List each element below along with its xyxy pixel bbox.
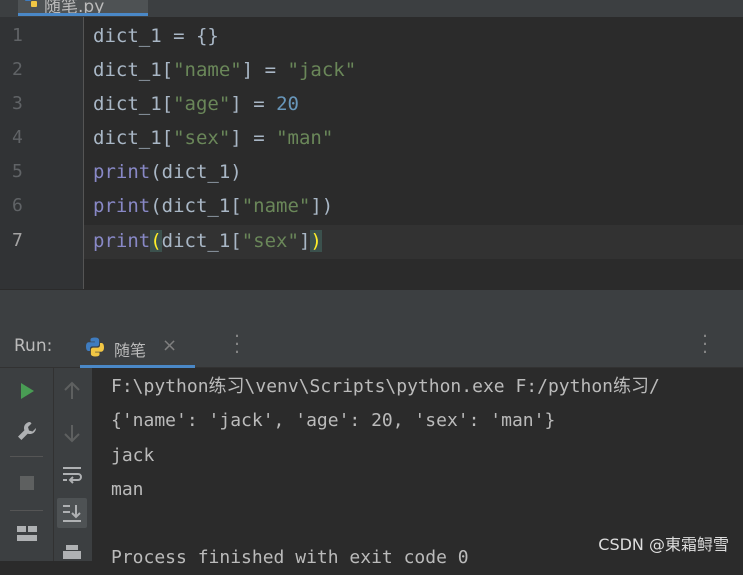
console-line: jack — [111, 445, 155, 466]
identifier: dict_1 — [93, 127, 162, 149]
bracket: [ — [161, 127, 174, 149]
arrow-up-icon[interactable] — [57, 376, 87, 406]
string-literal: "name" — [173, 59, 242, 81]
run-toolbar-primary — [0, 368, 54, 561]
run-toolbar-secondary — [54, 368, 92, 561]
more-options-icon[interactable]: · · · — [232, 329, 242, 360]
builtin-function: print — [93, 195, 151, 217]
code-line-5[interactable]: print(dict_1) — [93, 155, 242, 189]
builtin-function: print — [93, 230, 151, 252]
bracket: [ — [161, 93, 174, 115]
print-icon[interactable] — [57, 538, 87, 568]
call-arguments: (dict_1) — [150, 161, 242, 183]
python-file-icon — [25, 0, 37, 7]
run-icon[interactable] — [12, 376, 42, 406]
panel-splitter[interactable] — [0, 289, 743, 327]
scroll-to-end-icon[interactable] — [57, 498, 87, 528]
run-toolwindow-header: Run: 随笔 × · · · · · · — [0, 326, 743, 368]
layout-icon[interactable] — [12, 518, 42, 548]
identifier: dict_1 — [93, 25, 162, 47]
matched-paren: ) — [310, 230, 322, 252]
operator: = — [241, 93, 277, 115]
line-number-gutter: 1 2 3 4 5 6 7 — [0, 17, 84, 289]
run-title: Run: — [14, 336, 53, 356]
operator: = — [241, 127, 277, 149]
code-line-3[interactable]: dict_1["age"] = 20 — [93, 87, 299, 121]
python-icon — [86, 337, 104, 357]
console-line: {'name': 'jack', 'age': 20, 'sex': 'man'… — [111, 410, 556, 431]
string-literal: "man" — [276, 127, 334, 149]
string-literal: "sex" — [173, 127, 231, 149]
string-literal: "sex" — [241, 230, 299, 252]
run-config-tab[interactable]: 随笔 × — [80, 326, 195, 368]
close-icon[interactable]: × — [162, 335, 177, 356]
code-line-7[interactable]: print(dict_1["sex"]) — [93, 224, 322, 258]
code-line-6[interactable]: print(dict_1["name"]) — [93, 189, 333, 223]
run-tab-label: 随笔 — [114, 341, 147, 360]
line-number: 4 — [12, 127, 23, 148]
line-number: 6 — [12, 195, 23, 216]
operator: = — [161, 25, 196, 47]
code-line-2[interactable]: dict_1["name"] = "jack" — [93, 53, 356, 87]
line-number: 2 — [12, 59, 23, 80]
bracket: ] — [230, 93, 242, 115]
line-number: 1 — [12, 25, 23, 46]
number-literal: 20 — [276, 93, 299, 115]
console-line: man — [111, 479, 144, 500]
identifier: dict_1 — [93, 93, 162, 115]
watermark: CSDN @東霜鲟雪 — [598, 535, 729, 554]
bracket: ] — [241, 59, 254, 81]
string-literal: "age" — [173, 93, 231, 115]
editor-tab-file[interactable]: 随笔.py — [18, 0, 148, 16]
line-number: 3 — [12, 93, 23, 114]
bracket: ]) — [310, 195, 334, 217]
string-literal: "name" — [241, 195, 311, 217]
console-line: Process finished with exit code 0 — [111, 547, 469, 568]
editor-tab-label: 随笔.py — [44, 0, 105, 16]
matched-paren: ( — [150, 230, 162, 252]
stop-icon[interactable] — [12, 468, 42, 498]
toolbar-separator — [10, 510, 43, 511]
builtin-function: print — [93, 161, 151, 183]
identifier: dict_1[ — [161, 230, 242, 252]
console-line: F:\python练习\venv\Scripts\python.exe F:/p… — [111, 376, 660, 397]
call-arguments: (dict_1[ — [150, 195, 242, 217]
operator: = — [253, 59, 288, 81]
editor-tab-bar: 随笔.py — [0, 0, 743, 17]
bracket: [ — [161, 59, 174, 81]
line-number: 5 — [12, 161, 23, 182]
arrow-down-icon[interactable] — [57, 418, 87, 448]
toolbar-separator — [10, 456, 43, 457]
more-options-icon[interactable]: · · · — [700, 329, 710, 360]
bracket: ] — [230, 127, 242, 149]
string-literal: "jack" — [287, 59, 357, 81]
wrench-icon[interactable] — [12, 416, 42, 446]
line-number-current: 7 — [12, 230, 23, 251]
bracket: ] — [298, 230, 311, 252]
literal: {} — [195, 25, 219, 47]
soft-wrap-icon[interactable] — [57, 460, 87, 490]
identifier: dict_1 — [93, 59, 162, 81]
code-editor[interactable]: 1 2 3 4 5 6 7 dict_1 = {} dict_1["name"]… — [0, 17, 743, 289]
code-line-4[interactable]: dict_1["sex"] = "man" — [93, 121, 333, 155]
code-line-1[interactable]: dict_1 = {} — [93, 19, 219, 53]
